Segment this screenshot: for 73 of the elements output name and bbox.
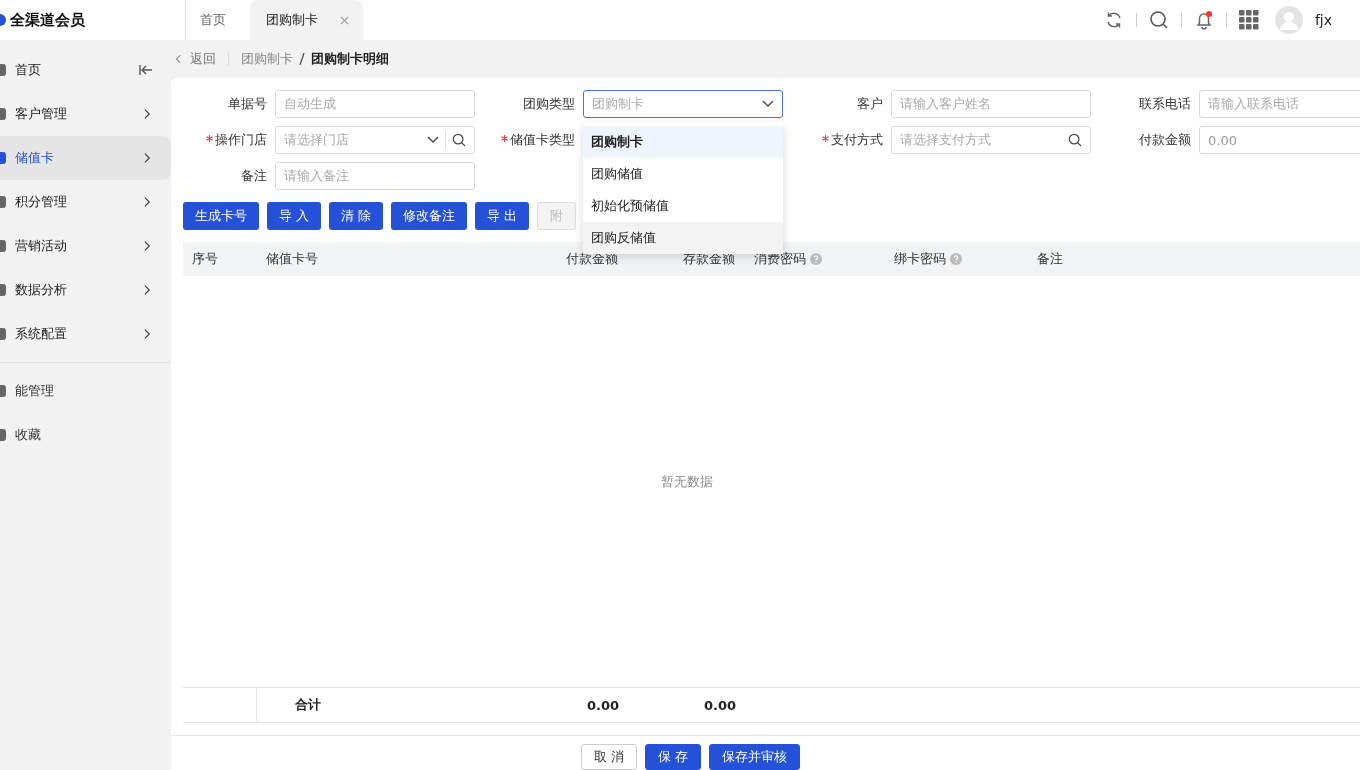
column-header: 绑卡密码 [894, 250, 946, 268]
summary-value: 0.00 [586, 697, 619, 713]
logo-icon [0, 14, 6, 26]
chevron-down-icon [427, 136, 439, 144]
field-label: 付款金额 [1138, 131, 1191, 149]
breadcrumb-item: 团购制卡明细 [311, 50, 389, 68]
menu-icon [0, 108, 6, 120]
sidebar-item[interactable]: 客户管理 [0, 92, 171, 136]
field-label: 团购类型 [522, 95, 575, 113]
sidebar-item[interactable]: 收藏 [0, 413, 171, 457]
field-label: 客户 [856, 95, 883, 113]
menu-icon [0, 152, 6, 164]
column-header: 序号 [192, 250, 218, 268]
sidebar-item[interactable]: 营销活动 [0, 224, 171, 268]
summary-label: 合计 [295, 696, 321, 714]
footer-button[interactable]: 取 消 [580, 744, 637, 770]
field-label: 单据号 [227, 95, 267, 113]
footer-button[interactable]: 保存并审核 [709, 744, 801, 770]
menu-icon [0, 64, 6, 76]
field-label: 备注 [240, 167, 267, 185]
menu-icon [0, 196, 6, 208]
menu-icon [0, 385, 6, 397]
back-link[interactable]: 返回 [175, 50, 216, 68]
empty-message: 暂无数据 [660, 472, 713, 491]
menu-icon [0, 284, 6, 296]
chevron-right-icon [144, 240, 151, 252]
field-label: 操作门店 [183, 131, 267, 149]
field-label: 联系电话 [1138, 95, 1191, 113]
page-tab[interactable]: 团购制卡 [250, 0, 363, 40]
field-label: 支付方式 [799, 131, 883, 149]
chevron-left-icon [175, 54, 181, 64]
required-asterisk-icon [822, 135, 829, 142]
app-title: 全渠道会员 [10, 10, 85, 30]
user-name[interactable]: fjx [1314, 12, 1332, 28]
menu-icon [0, 240, 6, 252]
dropdown-option[interactable]: 团购反储值 [583, 222, 783, 254]
chevron-right-icon [144, 196, 151, 208]
breadcrumb-item[interactable]: 团购制卡 [241, 50, 293, 68]
chevron-right-icon [144, 328, 151, 340]
search-icon[interactable] [452, 133, 466, 147]
dropdown-option[interactable]: 团购储值 [583, 158, 783, 190]
footer-button[interactable]: 保 存 [645, 744, 702, 770]
menu-icon [0, 328, 6, 340]
breadcrumb-separator [299, 53, 305, 65]
chevron-right-icon [144, 108, 151, 120]
column-header: 储值卡号 [266, 250, 318, 268]
search-icon[interactable] [1068, 133, 1082, 147]
toolbar-button[interactable]: 导 入 [267, 202, 322, 230]
page-tab[interactable]: 首页 [185, 0, 240, 40]
toolbar-button[interactable]: 生成卡号 [183, 202, 259, 230]
sidebar-item[interactable]: 首页 [0, 48, 171, 92]
chevron-right-icon [144, 152, 151, 164]
sidebar-item[interactable]: 积分管理 [0, 180, 171, 224]
chevron-down-icon [762, 100, 774, 108]
toolbar-button[interactable]: 修改备注 [391, 202, 468, 230]
sidebar-item[interactable]: 储值卡 [0, 136, 171, 180]
sidebar-item[interactable]: 能管理 [0, 369, 171, 413]
chevron-right-icon [144, 284, 151, 296]
toolbar-button[interactable]: 清 除 [329, 202, 384, 230]
dropdown-option[interactable]: 团购制卡 [583, 126, 783, 158]
toolbar-button[interactable]: 导 出 [475, 202, 530, 230]
summary-value: 0.00 [703, 697, 736, 713]
field-label: 储值卡类型 [491, 131, 575, 149]
dropdown-option[interactable]: 初始化预储值 [583, 190, 783, 222]
menu-icon [0, 429, 6, 441]
search-icon[interactable] [1148, 10, 1169, 30]
collapse-icon[interactable] [139, 64, 153, 76]
sidebar-item[interactable]: 系统配置 [0, 312, 171, 356]
column-header: 备注 [1037, 250, 1063, 268]
sidebar-item[interactable]: 数据分析 [0, 268, 171, 312]
apps-grid-icon[interactable] [1238, 10, 1259, 30]
required-asterisk-icon [501, 135, 508, 142]
required-asterisk-icon [206, 135, 213, 142]
